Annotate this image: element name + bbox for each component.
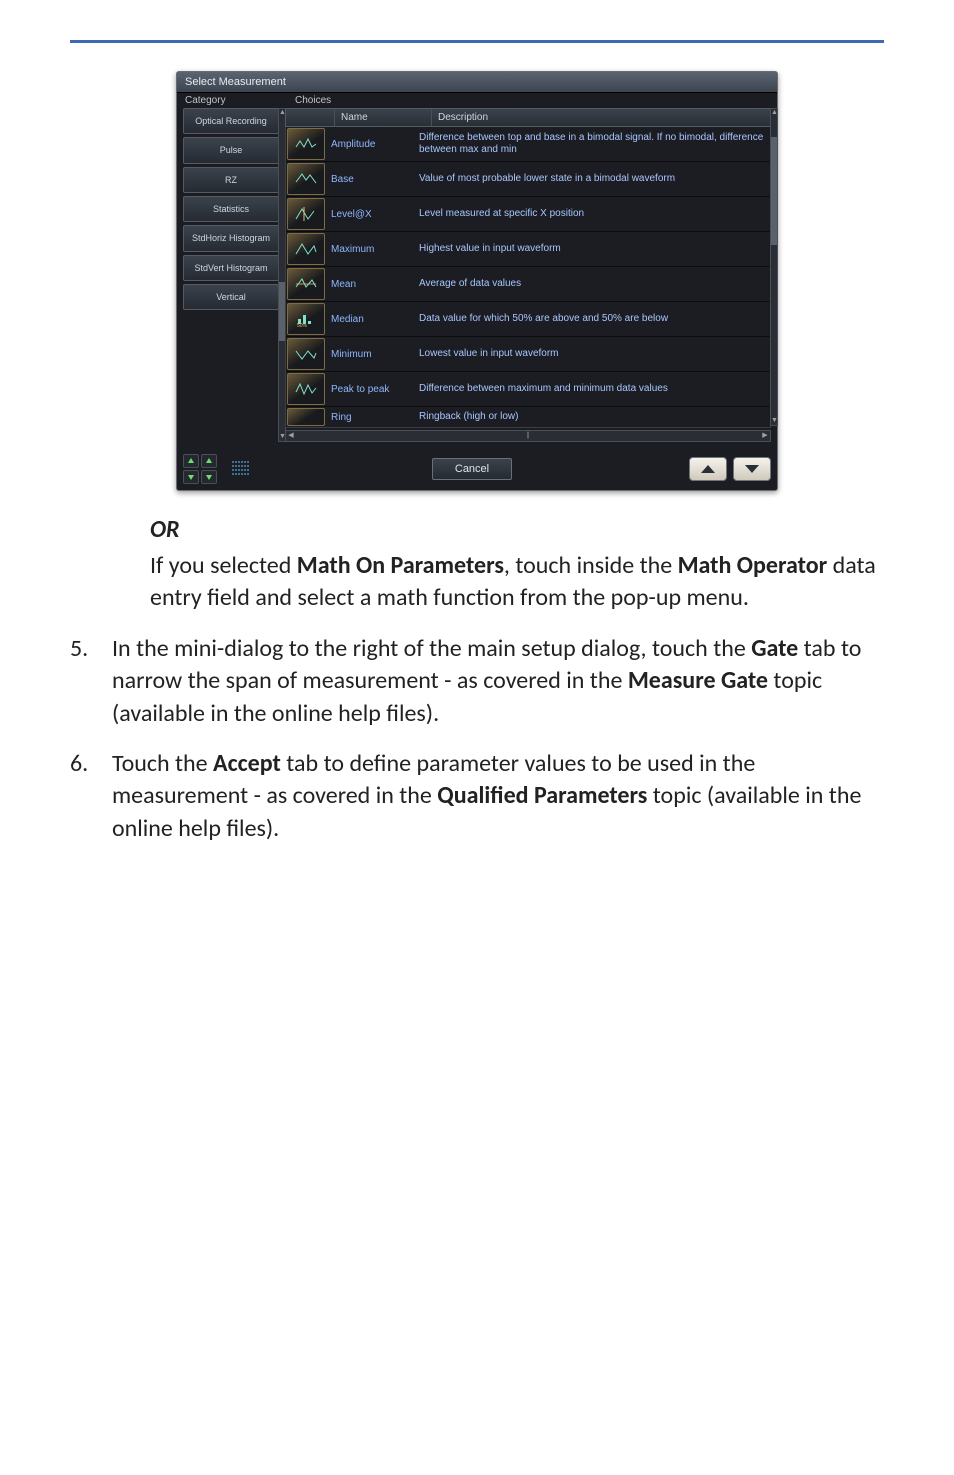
scroll-down-icon[interactable]: ▼: [771, 417, 777, 425]
cancel-button[interactable]: Cancel: [432, 458, 512, 480]
amplitude-icon: [287, 128, 325, 160]
choices-h-scrollbar[interactable]: ◀ ∥ ▶: [285, 430, 771, 442]
choice-desc: Highest value in input waveform: [415, 241, 770, 257]
choice-desc: Average of data values: [415, 276, 770, 292]
choice-row-maximum[interactable]: Maximum Highest value in input waveform: [286, 232, 770, 267]
category-rz[interactable]: RZ: [183, 167, 279, 193]
text: In the mini-dialog to the right of the m…: [112, 634, 751, 663]
bold-text: Math On Parameters: [297, 551, 504, 580]
dialog-footer: Cancel: [177, 448, 777, 490]
scroll-up-icon[interactable]: ▲: [771, 109, 777, 117]
arrow-up-right-button[interactable]: [201, 454, 217, 468]
header-name: Name: [335, 109, 432, 126]
choice-row-peaktopeak[interactable]: Peak to peak Difference between maximum …: [286, 372, 770, 407]
list-item-5: 5. In the mini-dialog to the right of th…: [70, 633, 884, 730]
bold-text: Accept: [213, 749, 281, 778]
scroll-left-icon[interactable]: ◀: [286, 431, 296, 441]
bold-text: Measure Gate: [628, 666, 768, 695]
scroll-right-icon[interactable]: ▶: [760, 431, 770, 441]
minimum-icon: [287, 338, 325, 370]
scroll-thumb[interactable]: [771, 137, 777, 244]
list-item-6: 6. Touch the Accept tab to define parame…: [70, 748, 884, 845]
choices-header: Name Description: [285, 108, 771, 127]
scroll-grip-icon: ∥: [525, 431, 531, 441]
arrow-down-right-button[interactable]: [201, 470, 217, 484]
choice-name: Maximum: [325, 244, 415, 255]
choice-name: Median: [325, 314, 415, 325]
choice-row-median[interactable]: 50% Median Data value for which 50% are …: [286, 302, 770, 337]
base-icon: [287, 163, 325, 195]
choice-desc: Value of most probable lower state in a …: [415, 171, 770, 187]
bold-text: Gate: [751, 634, 798, 663]
bold-text: Math Operator: [678, 551, 828, 580]
text: , touch inside the: [504, 551, 678, 580]
choice-row-mean[interactable]: Mean Average of data values: [286, 267, 770, 302]
choices-v-scrollbar[interactable]: ▲ ▼: [770, 108, 778, 426]
choice-desc: Data value for which 50% are above and 5…: [415, 311, 770, 327]
choice-name: Mean: [325, 279, 415, 290]
choice-name: Amplitude: [325, 139, 415, 150]
choice-desc: Difference between top and base in a bim…: [415, 130, 770, 158]
choice-row-levelx[interactable]: Level@X Level measured at specific X pos…: [286, 197, 770, 232]
list-lines-icon[interactable]: [227, 455, 255, 483]
choices-grid: Name Description Amplitude Difference be…: [285, 108, 771, 442]
text: Touch the: [112, 749, 213, 778]
category-statistics[interactable]: Statistics: [183, 196, 279, 222]
choice-row-base[interactable]: Base Value of most probable lower state …: [286, 162, 770, 197]
maximum-icon: [287, 233, 325, 265]
text: If you selected: [150, 551, 297, 580]
choice-desc: Difference between maximum and minimum d…: [415, 381, 770, 397]
math-paragraph: If you selected Math On Parameters, touc…: [150, 550, 884, 615]
nav-down-button[interactable]: [733, 457, 771, 481]
page: Select Measurement Category Choices Opti…: [0, 0, 954, 923]
choice-row-ring[interactable]: Ring Ringback (high or low): [286, 407, 770, 427]
choice-name: Peak to peak: [325, 384, 415, 395]
category-column: Optical Recording Pulse RZ Statistics St…: [183, 108, 279, 442]
top-divider: [70, 40, 884, 43]
bold-text: Qualified Parameters: [437, 781, 647, 810]
category-optical-recording[interactable]: Optical Recording: [183, 108, 279, 134]
levelx-icon: [287, 198, 325, 230]
arrow-pad: [183, 454, 217, 484]
choice-desc: Ringback (high or low): [415, 409, 770, 425]
arrow-down-left-button[interactable]: [183, 470, 199, 484]
arrow-up-left-button[interactable]: [183, 454, 199, 468]
category-pulse[interactable]: Pulse: [183, 137, 279, 163]
choice-row-minimum[interactable]: Minimum Lowest value in input waveform: [286, 337, 770, 372]
category-stdvert-histogram[interactable]: StdVert Histogram: [183, 255, 279, 281]
choice-name: Base: [325, 174, 415, 185]
peaktopeak-icon: [287, 373, 325, 405]
choice-desc: Lowest value in input waveform: [415, 346, 770, 362]
choice-name: Minimum: [325, 349, 415, 360]
header-description: Description: [432, 109, 770, 126]
choice-name: Ring: [325, 412, 415, 423]
label-choices: Choices: [295, 95, 331, 106]
select-measurement-dialog: Select Measurement Category Choices Opti…: [176, 71, 778, 491]
category-vertical[interactable]: Vertical: [183, 284, 279, 310]
or-heading: OR: [150, 515, 884, 544]
choice-desc: Level measured at specific X position: [415, 206, 770, 222]
item-number: 6.: [70, 748, 112, 845]
dialog-title: Select Measurement: [177, 72, 777, 93]
item-text: In the mini-dialog to the right of the m…: [112, 633, 884, 730]
choice-name: Level@X: [325, 209, 415, 220]
item-text: Touch the Accept tab to define parameter…: [112, 748, 884, 845]
mean-icon: [287, 268, 325, 300]
header-icon-col: [286, 109, 335, 126]
nav-up-button[interactable]: [689, 457, 727, 481]
label-category: Category: [185, 95, 295, 106]
svg-text:50%: 50%: [297, 323, 308, 328]
indented-block: OR If you selected Math On Parameters, t…: [150, 515, 884, 615]
item-number: 5.: [70, 633, 112, 730]
section-labels: Category Choices: [177, 93, 777, 108]
median-icon: 50%: [287, 303, 325, 335]
ring-icon: [287, 408, 325, 426]
choice-row-amplitude[interactable]: Amplitude Difference between top and bas…: [286, 127, 770, 162]
category-stdhoriz-histogram[interactable]: StdHoriz Histogram: [183, 225, 279, 251]
